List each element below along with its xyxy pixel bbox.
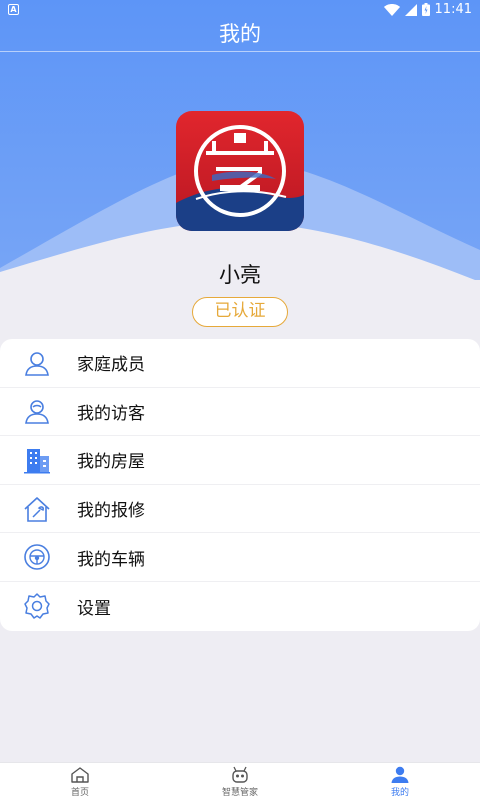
menu-item-settings[interactable]: 设置 <box>0 582 480 631</box>
home-icon <box>71 767 89 783</box>
status-bar-right: 11:41 <box>383 2 472 17</box>
menu-item-label: 家庭成员 <box>77 355 145 376</box>
tab-label: 首页 <box>70 788 89 798</box>
menu-item-my-vehicles[interactable]: 我的车辆 <box>0 533 480 582</box>
status-bar: A 11:41 <box>0 0 480 20</box>
tab-label: 智慧管家 <box>221 788 258 798</box>
profile-menu-list: 家庭成员 我的访客 我的房屋 我的报修 我的车辆 设置 <box>0 339 480 631</box>
battery-icon <box>421 3 430 16</box>
menu-item-label: 我的报修 <box>77 501 145 522</box>
menu-item-label: 我的访客 <box>77 403 145 424</box>
user-icon <box>391 766 409 783</box>
family-member-icon <box>25 351 49 376</box>
robot-icon <box>232 766 248 783</box>
menu-item-my-repairs[interactable]: 我的报修 <box>0 485 480 534</box>
wifi-icon <box>383 3 400 16</box>
menu-item-family-members[interactable]: 家庭成员 <box>0 339 480 388</box>
repair-house-icon <box>24 496 50 522</box>
app-logo-icon <box>176 111 304 231</box>
bottom-tab-bar: 首页 智慧管家 我的 <box>0 762 480 800</box>
settings-gear-icon <box>24 593 50 620</box>
page-title: 我的 <box>219 22 261 46</box>
avatar[interactable] <box>176 111 304 231</box>
menu-item-my-visitors[interactable]: 我的访客 <box>0 388 480 437</box>
building-icon <box>24 448 50 474</box>
status-time: 11:41 <box>434 2 472 17</box>
notification-a-icon: A <box>8 4 19 15</box>
steering-wheel-icon <box>24 544 50 570</box>
tab-mine[interactable]: 我的 <box>320 763 480 800</box>
visitor-icon <box>25 400 49 425</box>
page-title-bar: 我的 <box>0 20 480 52</box>
tab-smart-butler[interactable]: 智慧管家 <box>160 763 320 800</box>
tab-home[interactable]: 首页 <box>0 763 160 800</box>
cell-signal-icon <box>404 3 417 16</box>
verified-badge: 已认证 <box>192 297 288 327</box>
menu-item-label: 我的车辆 <box>77 549 145 570</box>
menu-item-label: 设置 <box>77 598 111 619</box>
username: 小亮 <box>219 263 261 287</box>
tab-label: 我的 <box>390 788 409 798</box>
menu-item-label: 我的房屋 <box>77 452 145 473</box>
menu-item-my-house[interactable]: 我的房屋 <box>0 436 480 485</box>
